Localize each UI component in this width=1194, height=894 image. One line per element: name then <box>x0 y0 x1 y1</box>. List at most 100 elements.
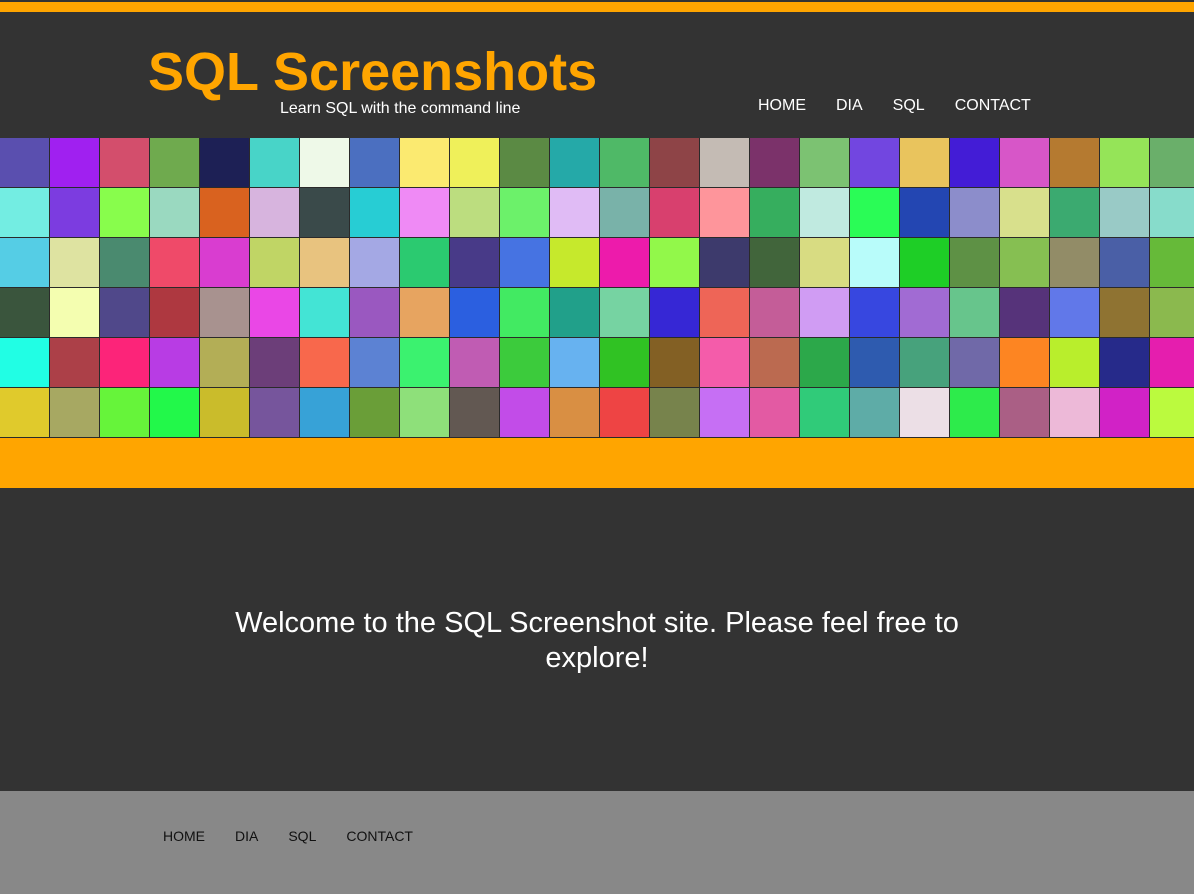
mosaic-tile <box>750 188 800 238</box>
welcome-message: Welcome to the SQL Screenshot site. Plea… <box>235 607 959 674</box>
mosaic-tile <box>700 338 750 388</box>
mosaic-tile <box>700 138 750 188</box>
mosaic-tile <box>750 388 800 438</box>
mosaic-tile <box>200 338 250 388</box>
mosaic-tile <box>650 338 700 388</box>
mosaic-tile <box>150 238 200 288</box>
mosaic-tile <box>900 188 950 238</box>
mosaic-tile <box>250 388 300 438</box>
nav-dia-link[interactable]: DIA <box>836 97 863 115</box>
mosaic-tile <box>900 288 950 338</box>
mosaic-tile <box>800 288 850 338</box>
mosaic-tile <box>750 238 800 288</box>
mosaic-tile <box>450 338 500 388</box>
mosaic-tile <box>1050 138 1100 188</box>
mosaic-tile <box>800 138 850 188</box>
mosaic-tile <box>500 388 550 438</box>
mosaic-tile <box>150 288 200 338</box>
nav-contact-link[interactable]: CONTACT <box>955 97 1031 115</box>
mosaic-tile <box>500 138 550 188</box>
mosaic-tile <box>800 388 850 438</box>
mosaic-tile <box>200 288 250 338</box>
mosaic-tile <box>350 288 400 338</box>
site-header: SQL Screenshots Learn SQL with the comma… <box>0 14 1194 138</box>
mosaic-tile <box>100 138 150 188</box>
mosaic-tile <box>1150 288 1194 338</box>
mosaic-tile <box>400 188 450 238</box>
mosaic-tile <box>350 138 400 188</box>
mosaic-tile <box>400 388 450 438</box>
mosaic-tile <box>0 188 50 238</box>
mosaic-tile <box>1000 288 1050 338</box>
mosaic-tile <box>0 288 50 338</box>
mosaic-tile <box>150 338 200 388</box>
mosaic-tile <box>100 188 150 238</box>
mosaic-tile <box>150 138 200 188</box>
nav-sql-link[interactable]: SQL <box>893 97 925 115</box>
mosaic-tile <box>850 138 900 188</box>
mosaic-tile <box>700 238 750 288</box>
mosaic-tile <box>300 188 350 238</box>
mosaic-tile <box>250 188 300 238</box>
mosaic-tile <box>400 288 450 338</box>
mosaic-tile <box>550 238 600 288</box>
footer-nav-home-link[interactable]: HOME <box>163 828 205 844</box>
mosaic-tile <box>1050 338 1100 388</box>
nav-home-link[interactable]: HOME <box>758 97 806 115</box>
mosaic-tile <box>1100 138 1150 188</box>
mosaic-tile <box>1100 388 1150 438</box>
mosaic-tile <box>900 138 950 188</box>
mosaic-tile <box>500 288 550 338</box>
mosaic-tile <box>1050 388 1100 438</box>
mosaic-tile <box>750 338 800 388</box>
mosaic-tile <box>450 388 500 438</box>
mosaic-tile <box>200 238 250 288</box>
site-footer: HOME DIA SQL CONTACT <box>0 791 1194 894</box>
mosaic-tile <box>50 138 100 188</box>
mosaic-tile <box>100 388 150 438</box>
footer-nav-sql-link[interactable]: SQL <box>288 828 316 844</box>
mosaic-tile <box>100 338 150 388</box>
footer-nav-dia-link[interactable]: DIA <box>235 828 258 844</box>
mosaic-tile <box>250 288 300 338</box>
mosaic-tile <box>500 188 550 238</box>
mosaic-tile <box>450 288 500 338</box>
mosaic-tile <box>650 288 700 338</box>
mosaic-tile <box>550 188 600 238</box>
mosaic-tile <box>650 138 700 188</box>
mosaic-tile <box>1100 188 1150 238</box>
mosaic-tile <box>150 388 200 438</box>
mosaic-tile <box>950 238 1000 288</box>
mosaic-tile <box>600 338 650 388</box>
mosaic-tile <box>650 238 700 288</box>
mosaic-tile <box>1150 338 1194 388</box>
mosaic-tile <box>350 338 400 388</box>
mosaic-tile <box>700 288 750 338</box>
mosaic-tile <box>300 138 350 188</box>
mosaic-tile <box>850 288 900 338</box>
mosaic-tile <box>650 188 700 238</box>
mosaic-tile <box>950 138 1000 188</box>
mosaic-tile <box>1100 288 1150 338</box>
mosaic-tile <box>1000 138 1050 188</box>
mosaic-tile <box>550 288 600 338</box>
top-orange-bar <box>0 2 1194 12</box>
mosaic-tile <box>1150 388 1194 438</box>
mosaic-tile <box>0 388 50 438</box>
mosaic-tile <box>650 388 700 438</box>
mosaic-tile <box>300 238 350 288</box>
footer-nav-contact-link[interactable]: CONTACT <box>346 828 413 844</box>
mosaic-tile <box>50 388 100 438</box>
mosaic-tile <box>800 338 850 388</box>
mosaic-tile <box>250 338 300 388</box>
mosaic-tile <box>550 388 600 438</box>
mosaic-tile <box>750 288 800 338</box>
mosaic-tile <box>600 238 650 288</box>
mosaic-tile <box>850 188 900 238</box>
mosaic-tile <box>100 238 150 288</box>
mosaic-tile <box>100 288 150 338</box>
main-content: Welcome to the SQL Screenshot site. Plea… <box>0 488 1194 791</box>
mosaic-tile <box>450 238 500 288</box>
mosaic-tile <box>500 238 550 288</box>
mosaic-tile <box>900 338 950 388</box>
